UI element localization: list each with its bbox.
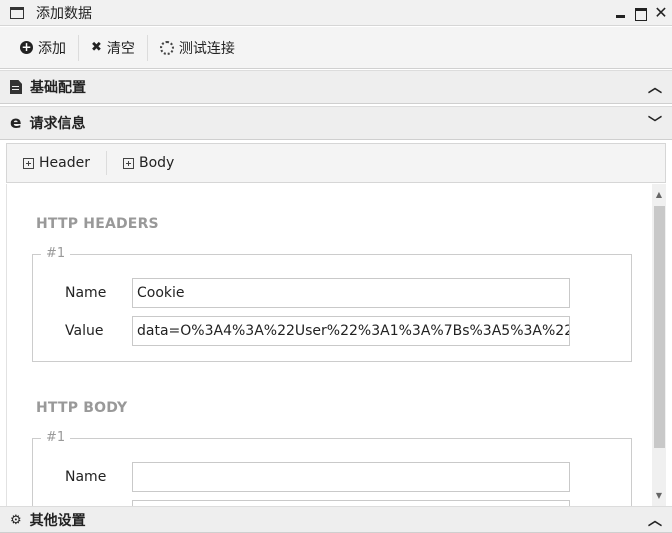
plus-square-icon xyxy=(23,157,34,169)
request-content: HTTP HEADERS #1 Name Cookie Value data=O… xyxy=(6,184,666,506)
chevron-up-icon[interactable]: ︿ xyxy=(648,77,662,97)
tab-header-label: Header xyxy=(39,155,90,171)
panel-request-info[interactable]: e 请求信息 ﹀ xyxy=(0,106,672,140)
body-name-input[interactable] xyxy=(132,462,570,492)
document-icon xyxy=(10,80,22,94)
body-fieldset-legend: #1 xyxy=(41,430,71,445)
http-body-title: HTTP BODY xyxy=(36,400,128,416)
chevron-down-icon[interactable]: ﹀ xyxy=(648,113,662,133)
header-value-input[interactable]: data=O%3A4%3A%22User%22%3A1%3A%7Bs%3A5%3… xyxy=(132,316,570,346)
gears-icon: ⚙ xyxy=(10,512,22,528)
clear-button[interactable]: ✖ 清空 xyxy=(79,35,147,61)
header-name-input[interactable]: Cookie xyxy=(132,278,570,308)
plus-circle-icon: + xyxy=(20,40,33,54)
body-fieldset: #1 Name xyxy=(32,430,632,506)
panel-request-info-title: 请求信息 xyxy=(29,116,86,132)
header-fieldset: #1 Name Cookie Value data=O%3A4%3A%22Use… xyxy=(32,246,632,362)
scroll-up-icon[interactable]: ▲ xyxy=(652,190,666,199)
http-headers-title: HTTP HEADERS xyxy=(36,216,159,232)
test-connection-label: 测试连接 xyxy=(178,40,235,57)
clear-button-label: 清空 xyxy=(106,40,135,57)
plus-square-icon xyxy=(122,157,134,169)
scrollbar-thumb[interactable] xyxy=(654,206,665,448)
tab-header[interactable]: Header xyxy=(15,151,98,175)
minimize-icon[interactable] xyxy=(614,6,628,20)
header-value-label: Value xyxy=(65,323,104,339)
tab-body-label: Body xyxy=(138,155,175,171)
panel-other-settings-title: 其他设置 xyxy=(29,512,86,529)
test-connection-button[interactable]: 测试连接 xyxy=(148,35,247,61)
window-title: 添加数据 xyxy=(36,5,92,22)
x-icon: ✖ xyxy=(91,40,102,55)
spinner-icon xyxy=(159,40,174,55)
panel-basic-config-title: 基础配置 xyxy=(30,80,86,96)
header-fieldset-legend: #1 xyxy=(41,246,71,261)
add-button-label: 添加 xyxy=(38,40,66,57)
window-controls: ✕ xyxy=(614,0,668,26)
maximize-icon[interactable] xyxy=(634,6,648,21)
subtab-divider xyxy=(105,151,107,175)
tab-body[interactable]: Body xyxy=(115,151,182,175)
chevron-up-icon[interactable]: ︿ xyxy=(648,510,662,530)
toolbar: + 添加 ✖ 清空 测试连接 xyxy=(0,27,672,69)
ie-icon: e xyxy=(10,113,22,133)
window-icon xyxy=(10,6,24,19)
window-titlebar: 添加数据 ✕ xyxy=(0,0,672,26)
scroll-down-icon[interactable]: ▼ xyxy=(652,491,666,500)
header-name-label: Name xyxy=(65,285,107,301)
add-button[interactable]: + 添加 xyxy=(8,35,78,61)
request-subtabs: Header Body xyxy=(6,143,666,183)
panel-other-settings[interactable]: ⚙ 其他设置 ︿ xyxy=(0,506,672,533)
vertical-scrollbar[interactable]: ▲ ▼ xyxy=(652,184,666,506)
panel-basic-config[interactable]: 基础配置 ︿ xyxy=(0,70,672,104)
close-icon[interactable]: ✕ xyxy=(654,5,668,21)
body-name-label: Name xyxy=(65,469,107,485)
